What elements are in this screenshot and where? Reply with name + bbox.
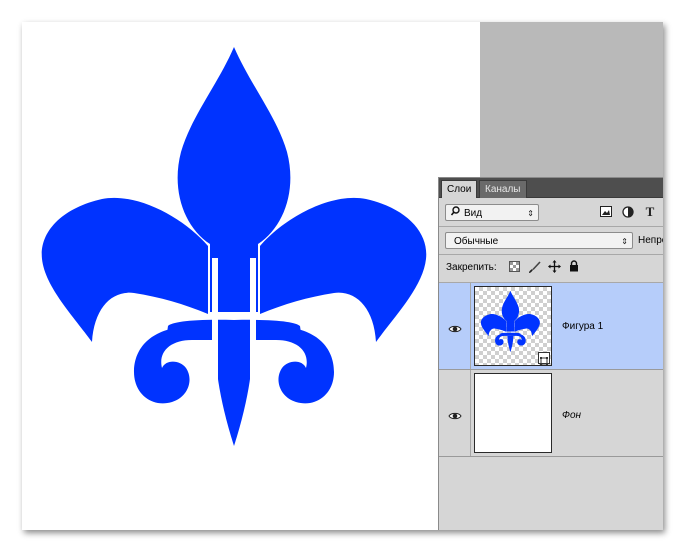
divider [439,226,663,227]
opacity-label: Непрозрачность [638,235,663,246]
lock-label: Закрепить: [446,262,497,273]
layers-panel: Слои Каналы Вид ⇕ T Обычные ⇕ Непрозрачн… [438,177,663,530]
panel-tabbar: Слои Каналы [439,178,663,198]
blend-mode-select[interactable]: Обычные ⇕ [445,232,633,249]
layer-name-background[interactable]: Фон [562,410,581,421]
layer-thumbnail-shape[interactable] [474,286,552,366]
blend-mode-value: Обычные [454,236,499,247]
eye-icon[interactable] [448,321,462,333]
lock-position-icon[interactable] [547,260,561,274]
divider [439,254,663,255]
tab-layers[interactable]: Слои [441,180,478,198]
layer-name-shape[interactable]: Фигура 1 [562,321,603,332]
tab-channels[interactable]: Каналы [479,180,527,198]
fleur-de-lis-shape [41,47,427,446]
lock-image-pixels-icon[interactable] [527,261,541,275]
search-icon [450,205,460,222]
layer-thumbnail-background[interactable] [474,373,552,453]
lock-all-icon[interactable] [567,260,581,274]
vector-shape-badge-icon [538,352,550,365]
layer-row-shape[interactable]: Фигура 1 [439,283,663,370]
document-canvas[interactable] [22,22,480,530]
type-filter-icon[interactable]: T [643,205,657,219]
layer-filter-label: Вид [464,208,483,219]
lock-transparent-pixels-icon[interactable] [507,261,521,275]
stepper-icon: ⇕ [621,237,628,246]
stepper-icon: ⇕ [527,209,534,218]
adjustment-filter-icon[interactable] [621,206,635,220]
eye-icon[interactable] [448,408,462,420]
workspace: Слои Каналы Вид ⇕ T Обычные ⇕ Непрозрачн… [22,22,663,530]
image-filter-icon[interactable] [599,206,613,220]
layer-filter-select[interactable]: Вид ⇕ [445,204,539,221]
layer-row-background[interactable]: Фон [439,370,663,457]
